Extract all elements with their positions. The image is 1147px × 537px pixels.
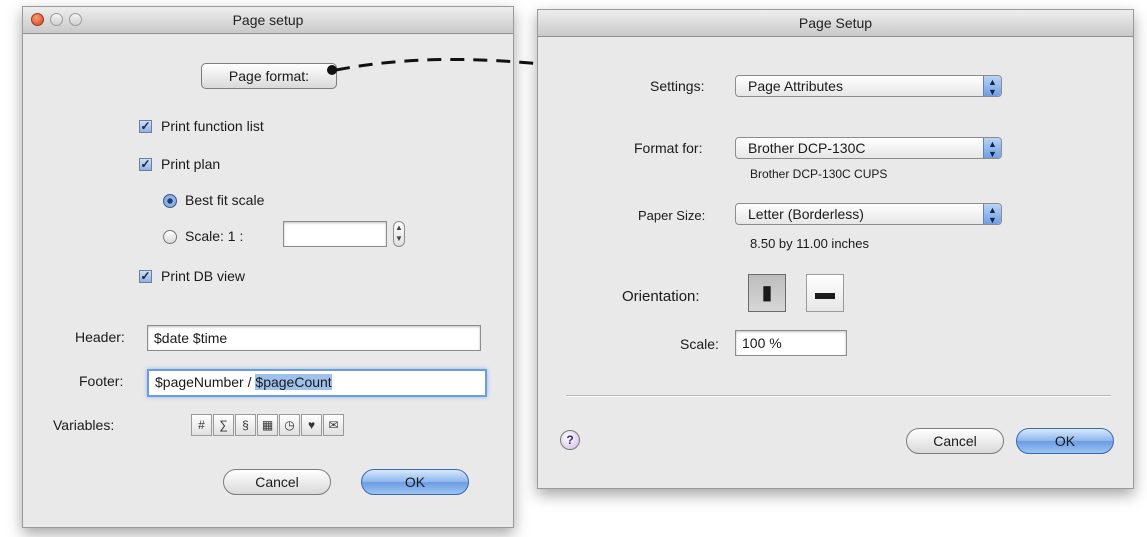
cancel-label-right: Cancel	[933, 433, 977, 449]
cancel-button-right[interactable]: Cancel	[906, 428, 1004, 454]
header-input[interactable]: $date $time	[147, 325, 481, 351]
portrait-icon: ▮	[761, 282, 773, 304]
file-icon[interactable]: ✉	[323, 414, 344, 436]
footer-input[interactable]: $pageNumber / $pageCount	[147, 369, 487, 397]
checkbox-function-list[interactable]: ✓	[139, 120, 152, 133]
scale-label: Scale:	[680, 336, 719, 352]
page-icon[interactable]: #	[191, 414, 212, 436]
orientation-landscape-button[interactable]: ▬	[806, 274, 844, 312]
variables-toolbar: # ∑ § ▦ ◷ ♥ ✉	[191, 414, 351, 436]
checkbox-print-plan[interactable]: ✓	[139, 158, 152, 171]
format-for-label: Format for:	[634, 140, 703, 156]
clock-icon[interactable]: ◷	[279, 414, 300, 436]
page-format-label: Page format:	[228, 68, 310, 84]
scale-input-right[interactable]: 100 %	[735, 330, 847, 356]
settings-popup[interactable]: Page Attributes ▲ ▼	[735, 75, 1002, 97]
radio-scale[interactable]	[163, 230, 177, 244]
cancel-button[interactable]: Cancel	[223, 469, 331, 495]
format-for-value: Brother DCP-130C	[748, 140, 866, 156]
paper-size-popup[interactable]: Letter (Borderless) ▲ ▼	[735, 203, 1002, 225]
orientation-portrait-button[interactable]: ▮	[748, 274, 786, 312]
cancel-label: Cancel	[255, 474, 299, 490]
checkbox-print-db-view[interactable]: ✓	[139, 270, 152, 283]
title-bar-right: Page Setup	[538, 10, 1133, 37]
paper-size-label: Paper Size:	[638, 208, 706, 223]
ok-button-right[interactable]: OK	[1016, 428, 1114, 454]
radio-best-fit-scale[interactable]	[163, 194, 177, 208]
footer-label: Footer:	[79, 373, 124, 389]
scale-input[interactable]	[283, 221, 387, 247]
page-setup-dialog-left: Page setup Page format: ✓ Print function…	[22, 6, 514, 528]
page-count-icon[interactable]: ∑	[213, 414, 234, 436]
calendar-icon[interactable]: ▦	[257, 414, 278, 436]
page-format-button[interactable]: Page format:	[201, 63, 337, 89]
footer-selected-text: $pageCount	[255, 374, 332, 390]
help-button[interactable]: ?	[560, 430, 580, 450]
window-title: Page setup	[232, 12, 304, 28]
landscape-icon: ▬	[815, 282, 835, 304]
popup-arrows-icon: ▲ ▼	[983, 138, 1001, 158]
popup-arrows-icon: ▲ ▼	[983, 204, 1001, 224]
footer-text: $pageNumber /	[155, 374, 256, 390]
label-best-fit-scale: Best fit scale	[185, 192, 265, 208]
date-icon[interactable]: §	[235, 414, 256, 436]
paper-size-value: Letter (Borderless)	[748, 206, 864, 222]
label-print-plan: Print plan	[161, 156, 221, 172]
label-scale: Scale: 1 :	[185, 228, 244, 244]
variables-label: Variables:	[53, 417, 115, 433]
popup-arrows-icon: ▲ ▼	[983, 76, 1001, 96]
format-for-subtitle: Brother DCP-130C CUPS	[750, 167, 888, 181]
separator	[566, 395, 1111, 397]
settings-label: Settings:	[650, 78, 705, 94]
scale-stepper[interactable]: ▲ ▼	[393, 221, 405, 247]
label-function-list: Print function list	[161, 118, 264, 134]
format-for-popup[interactable]: Brother DCP-130C ▲ ▼	[735, 137, 1002, 159]
window-title-right: Page Setup	[798, 15, 873, 31]
orientation-label: Orientation:	[622, 288, 700, 305]
settings-value: Page Attributes	[748, 78, 843, 94]
ok-label-right: OK	[1054, 433, 1076, 449]
paper-size-subtitle: 8.50 by 11.00 inches	[750, 236, 870, 251]
user-icon[interactable]: ♥	[301, 414, 322, 436]
ok-label: OK	[404, 474, 426, 490]
page-setup-dialog-right: Page Setup Settings: Page Attributes ▲ ▼ …	[537, 9, 1134, 489]
title-bar: Page setup	[23, 7, 513, 34]
ok-button[interactable]: OK	[361, 469, 469, 495]
label-print-db-view: Print DB view	[161, 268, 246, 284]
header-label: Header:	[75, 329, 125, 345]
